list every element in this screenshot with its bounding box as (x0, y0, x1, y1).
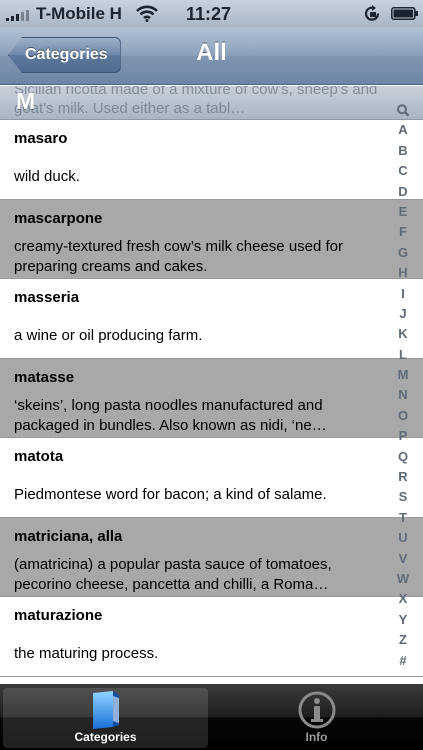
entry-term: maturazione (14, 607, 103, 624)
entry-definition: the maturing process. (14, 645, 159, 662)
entry-definition: a wine or oil producing farm. (14, 327, 203, 344)
scrolled-previous-entry-text: Sicilian ricotta made of a mixture of co… (14, 86, 378, 117)
index-letter-w[interactable]: W (397, 569, 409, 589)
list-item[interactable]: masseria a wine or oil producing farm. (0, 279, 423, 359)
index-letter-y[interactable]: Y (399, 610, 408, 630)
rotation-lock-icon (364, 5, 380, 21)
section-index[interactable]: A B C D E F G H I J K L M N O P Q R S T … (392, 100, 414, 671)
entry-term: matasse (14, 368, 75, 386)
entry-definition: Piedmontese word for bacon; a kind of sa… (14, 486, 327, 503)
index-letter-p[interactable]: P (399, 426, 408, 446)
index-letter-l[interactable]: L (399, 345, 407, 365)
index-letter-z[interactable]: Z (399, 630, 407, 650)
section-letter: M (16, 88, 36, 114)
index-letter-f[interactable]: F (399, 222, 407, 242)
list-item[interactable]: matriciana, alla (amatricina) a popular … (0, 517, 423, 597)
navigation-bar: Categories All (0, 27, 423, 85)
index-letter-hash[interactable]: # (399, 651, 406, 671)
index-letter-k[interactable]: K (398, 324, 407, 344)
entry-term: masseria (14, 289, 80, 306)
index-letter-d[interactable]: D (398, 182, 407, 202)
clock: 11:27 (186, 4, 232, 24)
index-letter-u[interactable]: U (398, 528, 407, 548)
index-letter-r[interactable]: R (398, 467, 407, 487)
search-icon[interactable] (396, 100, 410, 120)
tab-categories[interactable]: Categories (3, 688, 208, 748)
index-letter-e[interactable]: E (399, 202, 408, 222)
glossary-list: masaro wild duck. mascarpone creamy-text… (0, 120, 423, 677)
index-letter-q[interactable]: Q (398, 447, 408, 467)
info-icon (298, 691, 335, 729)
index-letter-s[interactable]: S (399, 487, 408, 507)
list-item[interactable]: masaro wild duck. (0, 120, 423, 200)
entry-definition: wild duck. (14, 168, 80, 185)
index-letter-v[interactable]: V (399, 549, 408, 569)
tab-bar: Categories Info (0, 684, 423, 750)
index-letter-h[interactable]: H (398, 263, 407, 283)
wifi-icon (136, 5, 158, 22)
index-letter-b[interactable]: B (398, 141, 407, 161)
entry-definition: creamy-textured fresh cow’s milk cheese … (14, 237, 344, 275)
entry-term: matota (14, 448, 64, 465)
index-letter-x[interactable]: X (399, 589, 408, 609)
list-item[interactable]: matota Piedmontese word for bacon; a kin… (0, 438, 423, 518)
list-item[interactable]: mascarpone creamy-textured fresh cow’s m… (0, 199, 423, 279)
index-letter-n[interactable]: N (398, 385, 407, 405)
entry-term: matriciana, alla (14, 527, 123, 545)
index-letter-a[interactable]: A (398, 120, 407, 140)
carrier-name: T-Mobile H (36, 4, 122, 23)
battery-icon (391, 7, 418, 20)
index-letter-m[interactable]: M (398, 365, 409, 385)
page-title: All (196, 39, 227, 66)
tab-label: Info (305, 730, 328, 744)
entry-term: mascarpone (14, 209, 103, 227)
index-letter-g[interactable]: G (398, 243, 408, 263)
entry-definition: (amatricina) a popular pasta sauce of to… (14, 555, 332, 593)
signal-icon (6, 9, 29, 21)
index-letter-t[interactable]: T (399, 508, 407, 528)
status-bar: T-Mobile H 11:27 (0, 0, 423, 27)
entry-term: masaro (14, 130, 68, 147)
index-letter-j[interactable]: J (399, 304, 406, 324)
section-header: Sicilian ricotta made of a mixture of co… (0, 86, 423, 120)
tab-label: Categories (74, 730, 137, 744)
entry-definition: ‘skeins’, long pasta noodles manufacture… (14, 396, 327, 434)
index-letter-c[interactable]: C (398, 161, 407, 181)
tab-info[interactable]: Info (214, 688, 419, 748)
index-letter-o[interactable]: O (398, 406, 408, 426)
index-letter-i[interactable]: I (401, 284, 405, 304)
categories-icon (92, 691, 119, 729)
list-item[interactable]: matasse ‘skeins’, long pasta noodles man… (0, 358, 423, 438)
list-item[interactable]: maturazione the maturing process. (0, 597, 423, 677)
